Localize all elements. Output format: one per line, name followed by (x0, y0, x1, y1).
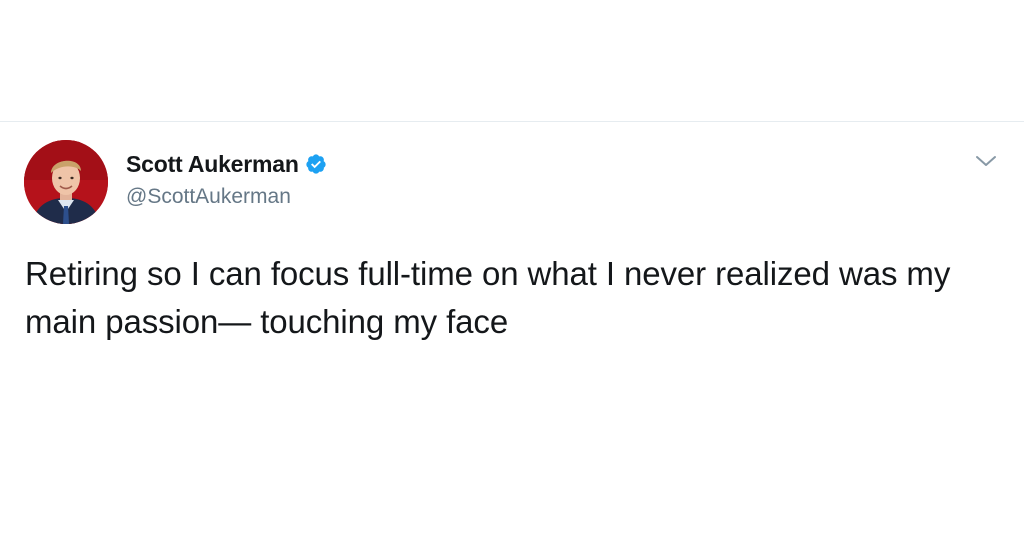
avatar[interactable] (24, 140, 108, 224)
avatar-photo (24, 140, 108, 224)
tweet-card: Scott Aukerman @ScottAukerman Retiring s… (0, 122, 1024, 536)
author-name-row: Scott Aukerman (126, 149, 327, 179)
chevron-down-icon[interactable] (972, 150, 1000, 172)
author-display-name[interactable]: Scott Aukerman (126, 151, 299, 178)
author-handle[interactable]: @ScottAukerman (126, 185, 291, 209)
tweet-text: Retiring so I can focus full-time on wha… (25, 255, 951, 340)
verified-badge-icon (305, 153, 327, 175)
